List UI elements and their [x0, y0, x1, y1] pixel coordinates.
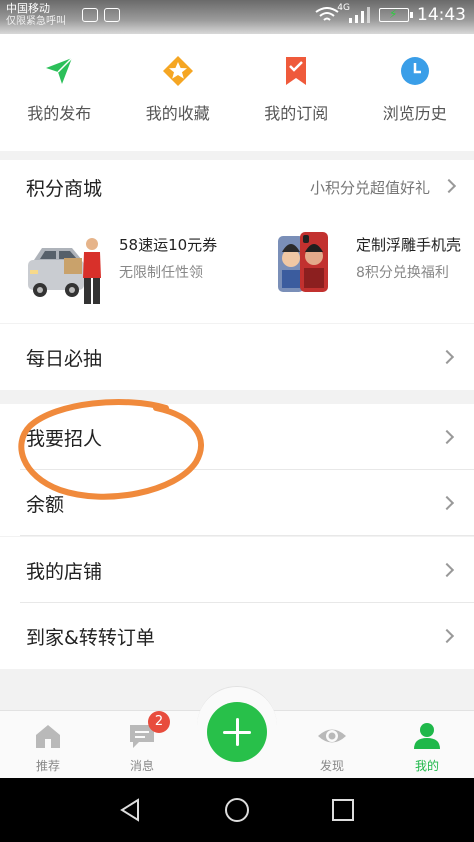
send-arrow-icon [46, 57, 73, 84]
quick-nav: 我的发布 我的收藏 我的订阅 浏览历史 [0, 34, 474, 151]
image-notification-icon [104, 8, 120, 22]
product-phone-case[interactable]: 定制浮雕手机壳 8积分兑换福利 [276, 230, 474, 310]
chevron-right-icon [439, 628, 455, 644]
balance-row[interactable]: 余额 [0, 470, 474, 536]
my-store-row[interactable]: 我的店铺 [0, 537, 474, 603]
clock-icon [400, 57, 429, 85]
orders-row[interactable]: 到家&转转订单 [0, 603, 474, 669]
points-mall-section: 积分商城 小积分兑超值好礼 58速运10元券 无限制任性领 定制浮雕手机壳 8积… [0, 160, 474, 323]
tab-mine[interactable]: 我的 [387, 711, 467, 779]
notification-icons [82, 8, 120, 22]
divider [20, 535, 474, 536]
my-store-label: 我的店铺 [26, 561, 103, 583]
wifi-icon [315, 7, 339, 21]
tab-messages-label: 消息 [129, 759, 154, 773]
my-favorites-button[interactable]: 我的收藏 [119, 34, 238, 151]
my-posts-button[interactable]: 我的发布 [0, 34, 119, 151]
points-mall-title: 积分商城 [26, 178, 103, 200]
delivery-van-image [28, 238, 101, 304]
clock: 14:43 [417, 5, 466, 25]
product-desc: 无限制任性领 [119, 265, 203, 281]
person-icon [414, 723, 440, 749]
points-mall-header[interactable]: 积分商城 小积分兑超值好礼 [26, 174, 458, 200]
tab-discover-label: 发现 [319, 759, 344, 773]
orders-label: 到家&转转订单 [26, 627, 155, 649]
chevron-right-icon [439, 349, 455, 365]
eye-icon [318, 729, 346, 743]
product-desc: 8积分兑换福利 [356, 265, 449, 281]
back-triangle-icon[interactable] [116, 796, 144, 824]
bookmark-icon [286, 57, 307, 85]
balance-label: 余额 [26, 494, 65, 516]
chevron-right-icon [441, 178, 457, 194]
tab-home[interactable]: 推荐 [8, 711, 88, 779]
carrier-status: 仅限紧急呼叫 [6, 16, 66, 27]
status-right: ⚡ 14:43 [315, 5, 466, 25]
tab-discover[interactable]: 发现 [292, 711, 372, 779]
browse-history-button[interactable]: 浏览历史 [356, 34, 474, 151]
product-delivery-coupon[interactable]: 58速运10元券 无限制任性领 [26, 230, 256, 310]
system-nav-bar [0, 778, 474, 842]
my-subscriptions-label: 我的订阅 [264, 104, 329, 123]
browse-history-label: 浏览历史 [382, 104, 447, 123]
status-bar: 中国移动 仅限紧急呼叫 4G ⚡ 14:43 [0, 0, 474, 34]
recruit-label: 我要招人 [26, 428, 103, 450]
my-favorites-label: 我的收藏 [145, 104, 210, 123]
battery-icon: ⚡ [379, 7, 413, 22]
points-mall-subtitle: 小积分兑超值好礼 [309, 179, 430, 197]
signal-icon [349, 7, 370, 23]
carrier-name: 中国移动 [6, 2, 50, 15]
recents-square-icon[interactable] [329, 796, 357, 824]
home-circle-icon[interactable] [223, 796, 251, 824]
my-subscriptions-button[interactable]: 我的订阅 [237, 34, 356, 151]
phone-case-image [278, 232, 328, 292]
daily-draw-label: 每日必抽 [26, 348, 103, 370]
my-posts-label: 我的发布 [27, 104, 92, 123]
notification-icon [82, 8, 98, 22]
chevron-right-icon [439, 429, 455, 445]
tab-mine-label: 我的 [414, 759, 439, 773]
chevron-right-icon [439, 562, 455, 578]
tab-home-label: 推荐 [35, 759, 60, 773]
tab-messages[interactable]: 2 消息 [102, 711, 182, 779]
chevron-right-icon [439, 495, 455, 511]
home-icon [36, 725, 60, 748]
star-badge-icon [162, 56, 193, 86]
carrier-info: 中国移动 仅限紧急呼叫 [6, 2, 66, 28]
publish-plus-button[interactable] [207, 702, 267, 762]
recruit-row[interactable]: 我要招人 [0, 404, 474, 470]
product-name: 58速运10元券 [119, 236, 218, 254]
product-name: 定制浮雕手机壳 [356, 236, 462, 254]
daily-draw-row[interactable]: 每日必抽 [0, 324, 474, 390]
message-badge: 2 [148, 711, 170, 733]
